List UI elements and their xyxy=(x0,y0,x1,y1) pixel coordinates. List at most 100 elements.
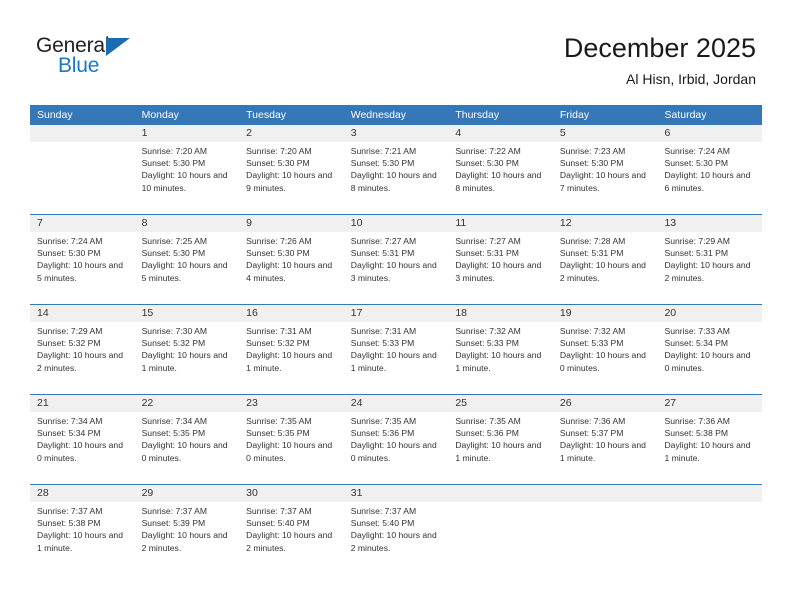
day-number: 23 xyxy=(239,395,344,412)
sunset-text: Sunset: 5:36 PM xyxy=(350,428,415,439)
day-cell[interactable]: 29 Sunrise: 7:37 AM Sunset: 5:39 PM Dayligh… xyxy=(134,485,240,574)
sunset-text: Sunset: 5:34 PM xyxy=(37,428,101,439)
daylight-text: Daylight: 10 hours and 2 minutes. xyxy=(246,530,333,553)
weekday-header-thursday: Thursday xyxy=(455,109,500,121)
day-details: Sunrise: 7:35 AM Sunset: 5:35 PM Daylight:… xyxy=(239,412,344,464)
week-cells: 7 Sunrise: 7:24 AM Sunset: 5:30 PM Daylight… xyxy=(30,215,763,304)
day-details: Sunrise: 7:26 AM Sunset: 5:30 PM Daylight:… xyxy=(239,232,344,284)
sunset-text: Sunset: 5:35 PM xyxy=(246,428,310,439)
daylight-text: Daylight: 10 hours and 1 minute. xyxy=(664,440,751,463)
day-cell[interactable]: 2 Sunrise: 7:20 AM Sunset: 5:30 PM Daylight… xyxy=(239,125,344,214)
weekday-header-friday: Friday xyxy=(559,109,590,121)
day-details: Sunrise: 7:28 AM Sunset: 5:31 PM Daylight:… xyxy=(553,232,658,284)
daylight-text: Daylight: 10 hours and 2 minutes. xyxy=(350,530,437,553)
day-cell[interactable]: 17 Sunrise: 7:31 AM Sunset: 5:33 PM Dayligh… xyxy=(343,305,449,394)
sunrise-text: Sunrise: 7:31 AM xyxy=(246,326,312,336)
day-cell[interactable]: 5 Sunrise: 7:23 AM Sunset: 5:30 PM Daylight… xyxy=(552,125,658,214)
sunset-text: Sunset: 5:32 PM xyxy=(37,338,101,349)
day-cell[interactable]: 31 Sunrise: 7:37 AM Sunset: 5:40 PM Dayligh… xyxy=(343,485,449,574)
calendar-grid: Sunday Monday Tuesday Wednesday Thursday Frid… xyxy=(30,105,763,574)
location-subtitle: Al Hisn, Irbid, Jordan xyxy=(626,71,756,87)
daylight-text: Daylight: 10 hours and 2 minutes. xyxy=(664,260,751,283)
daylight-text: Daylight: 10 hours and 2 minutes. xyxy=(559,260,646,283)
day-cell[interactable]: 13 Sunrise: 7:29 AM Sunset: 5:31 PM Dayligh… xyxy=(657,215,763,304)
sunset-text: Sunset: 5:38 PM xyxy=(37,518,101,529)
daylight-text: Daylight: 10 hours and 2 minutes. xyxy=(37,350,123,373)
day-cell[interactable]: 9 Sunrise: 7:26 AM Sunset: 5:30 PM Daylight… xyxy=(239,215,344,304)
day-number: 6 xyxy=(657,125,763,142)
week-cells: 21 Sunrise: 7:34 AM Sunset: 5:34 PM Dayligh… xyxy=(30,395,763,484)
sunrise-text: Sunrise: 7:26 AM xyxy=(246,236,312,246)
day-cell[interactable]: 25 Sunrise: 7:35 AM Sunset: 5:36 PM Dayligh… xyxy=(448,395,553,484)
day-cell[interactable]: 21 Sunrise: 7:34 AM Sunset: 5:34 PM Dayligh… xyxy=(30,395,135,484)
day-cell[interactable]: 22 Sunrise: 7:34 AM Sunset: 5:35 PM Dayligh… xyxy=(134,395,240,484)
day-details: Sunrise: 7:37 AM Sunset: 5:39 PM Daylight:… xyxy=(135,502,240,554)
sunset-text: Sunset: 5:30 PM xyxy=(246,158,310,169)
sunset-text: Sunset: 5:31 PM xyxy=(350,248,415,259)
sunrise-text: Sunrise: 7:37 AM xyxy=(246,506,312,516)
weekday-header-tuesday: Tuesday xyxy=(246,109,287,121)
day-cell[interactable]: 8 Sunrise: 7:25 AM Sunset: 5:30 PM Daylight… xyxy=(134,215,240,304)
daylight-text: Daylight: 10 hours and 3 minutes. xyxy=(455,260,542,283)
calendar-page: General Blue December 2025 Al Hisn, Irbi… xyxy=(0,0,792,612)
day-cell[interactable]: 27 Sunrise: 7:36 AM Sunset: 5:38 PM Dayligh… xyxy=(657,395,763,484)
logo-text-general: General xyxy=(36,34,110,57)
day-cell[interactable]: 3 Sunrise: 7:21 AM Sunset: 5:30 PM Daylight… xyxy=(343,125,449,214)
day-number: 27 xyxy=(657,395,763,412)
day-number: 21 xyxy=(30,395,135,412)
day-cell[interactable]: 15 Sunrise: 7:30 AM Sunset: 5:32 PM Dayligh… xyxy=(134,305,240,394)
day-cell[interactable]: 18 Sunrise: 7:32 AM Sunset: 5:33 PM Dayligh… xyxy=(448,305,553,394)
day-details: Sunrise: 7:37 AM Sunset: 5:38 PM Daylight:… xyxy=(30,502,135,554)
daylight-text: Daylight: 10 hours and 1 minute. xyxy=(559,440,646,463)
sunrise-text: Sunrise: 7:24 AM xyxy=(37,236,103,246)
day-details: Sunrise: 7:21 AM Sunset: 5:30 PM Daylight:… xyxy=(344,142,449,194)
day-cell[interactable]: 4 Sunrise: 7:22 AM Sunset: 5:30 PM Daylight… xyxy=(448,125,553,214)
day-cell[interactable]: 14 Sunrise: 7:29 AM Sunset: 5:32 PM Dayligh… xyxy=(30,305,135,394)
day-cell[interactable]: 10 Sunrise: 7:27 AM Sunset: 5:31 PM Dayligh… xyxy=(343,215,449,304)
day-number: 14 xyxy=(30,305,135,322)
day-details: Sunrise: 7:25 AM Sunset: 5:30 PM Daylight:… xyxy=(135,232,240,284)
day-details: Sunrise: 7:29 AM Sunset: 5:32 PM Daylight:… xyxy=(30,322,135,374)
day-cell[interactable]: 23 Sunrise: 7:35 AM Sunset: 5:35 PM Dayligh… xyxy=(239,395,344,484)
day-number: 30 xyxy=(239,485,344,502)
weekday-header-sunday: Sunday xyxy=(37,109,73,121)
calendar-week-row: 14 Sunrise: 7:29 AM Sunset: 5:32 PM Dayligh… xyxy=(30,304,763,394)
day-details: Sunrise: 7:35 AM Sunset: 5:36 PM Daylight:… xyxy=(448,412,553,464)
daylight-text: Daylight: 10 hours and 5 minutes. xyxy=(141,260,228,283)
day-cell[interactable]: 1 Sunrise: 7:20 AM Sunset: 5:30 PM Daylight… xyxy=(134,125,240,214)
day-cell[interactable]: 20 Sunrise: 7:33 AM Sunset: 5:34 PM Dayligh… xyxy=(657,305,763,394)
daylight-text: Daylight: 10 hours and 9 minutes. xyxy=(246,170,333,193)
sunrise-text: Sunrise: 7:35 AM xyxy=(455,416,521,426)
sunset-text: Sunset: 5:30 PM xyxy=(664,158,729,169)
sunrise-text: Sunrise: 7:36 AM xyxy=(664,416,730,426)
daylight-text: Daylight: 10 hours and 3 minutes. xyxy=(350,260,437,283)
day-cell[interactable]: 12 Sunrise: 7:28 AM Sunset: 5:31 PM Dayligh… xyxy=(552,215,658,304)
day-number: 1 xyxy=(134,125,240,142)
day-cell[interactable]: 19 Sunrise: 7:32 AM Sunset: 5:33 PM Dayligh… xyxy=(552,305,658,394)
sunrise-text: Sunrise: 7:23 AM xyxy=(559,146,626,156)
sunset-text: Sunset: 5:30 PM xyxy=(246,248,310,259)
day-details: Sunrise: 7:29 AM Sunset: 5:31 PM Daylight:… xyxy=(657,232,762,284)
day-cell[interactable]: 11 Sunrise: 7:27 AM Sunset: 5:31 PM Dayligh… xyxy=(448,215,553,304)
day-cell[interactable]: 28 Sunrise: 7:37 AM Sunset: 5:38 PM Dayligh… xyxy=(30,485,135,574)
sunrise-text: Sunrise: 7:27 AM xyxy=(350,236,417,246)
day-number xyxy=(448,485,553,502)
day-number: 8 xyxy=(134,215,240,232)
day-cell[interactable]: 24 Sunrise: 7:35 AM Sunset: 5:36 PM Dayligh… xyxy=(343,395,449,484)
day-cell[interactable]: 16 Sunrise: 7:31 AM Sunset: 5:32 PM Dayligh… xyxy=(239,305,344,394)
day-number: 17 xyxy=(343,305,449,322)
day-cell[interactable]: 7 Sunrise: 7:24 AM Sunset: 5:30 PM Daylight… xyxy=(30,215,135,304)
page-title: December 2025 xyxy=(563,33,756,63)
day-cell[interactable]: 6 Sunrise: 7:24 AM Sunset: 5:30 PM Daylight… xyxy=(657,125,763,214)
day-details: Sunrise: 7:22 AM Sunset: 5:30 PM Daylight:… xyxy=(448,142,553,194)
daylight-text: Daylight: 10 hours and 8 minutes. xyxy=(455,170,542,193)
sunrise-text: Sunrise: 7:37 AM xyxy=(350,506,417,516)
day-cell[interactable]: 26 Sunrise: 7:36 AM Sunset: 5:37 PM Dayligh… xyxy=(552,395,658,484)
day-number: 31 xyxy=(343,485,449,502)
day-details: Sunrise: 7:32 AM Sunset: 5:33 PM Daylight:… xyxy=(448,322,553,374)
page-header: General Blue December 2025 Al Hisn, Irbi… xyxy=(0,0,792,100)
daylight-text: Daylight: 10 hours and 2 minutes. xyxy=(141,530,228,553)
week-cells: 1 Sunrise: 7:20 AM Sunset: 5:30 PM Daylight… xyxy=(30,125,763,214)
day-cell[interactable]: 30 Sunrise: 7:37 AM Sunset: 5:40 PM Dayligh… xyxy=(239,485,344,574)
sunrise-text: Sunrise: 7:31 AM xyxy=(350,326,417,336)
